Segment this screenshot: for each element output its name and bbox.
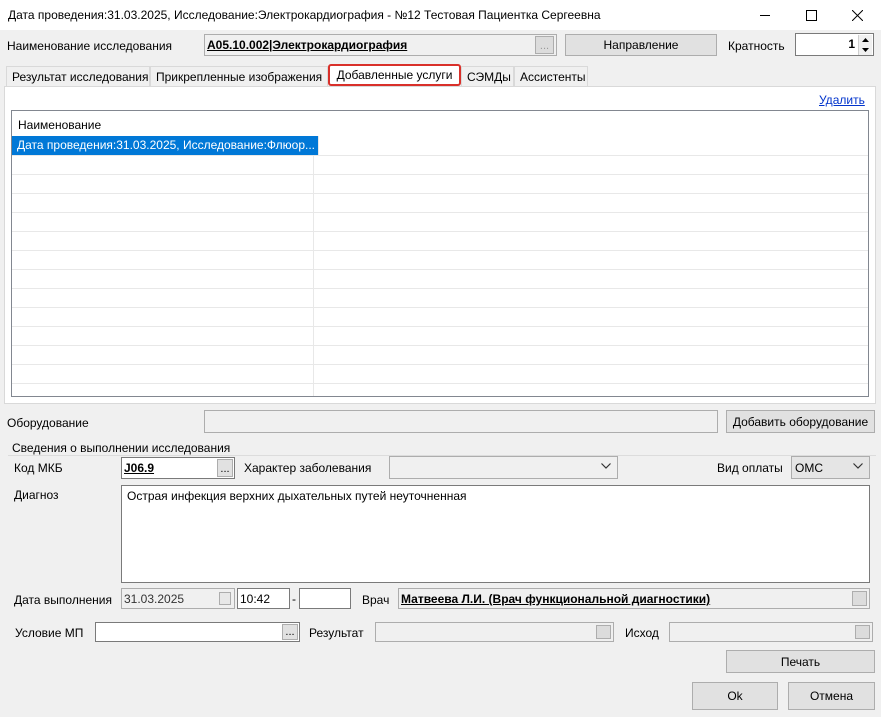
outcome-field[interactable] — [669, 622, 873, 642]
close-icon — [851, 9, 863, 21]
spin-up-button[interactable] — [858, 35, 872, 45]
column-header-label: Наименование — [18, 118, 102, 132]
minimize-icon — [760, 15, 770, 16]
multiplicity-value: 1 — [848, 37, 855, 51]
tab-study-result[interactable]: Результат исследования — [6, 66, 150, 86]
empty-row — [12, 326, 868, 346]
title-bar: Дата проведения:31.03.2025, Исследование… — [0, 0, 881, 30]
study-name-value: A05.10.002|Электрокардиография — [207, 38, 408, 52]
condition-label: Условие МП — [15, 626, 84, 640]
result-ellipsis-button[interactable] — [596, 625, 611, 639]
mkb-ellipsis-button[interactable]: ... — [217, 459, 233, 477]
calendar-icon[interactable] — [219, 592, 231, 605]
result-label: Результат — [309, 626, 364, 640]
cancel-button[interactable]: Отмена — [788, 682, 875, 710]
outcome-label: Исход — [625, 626, 659, 640]
diagnosis-label: Диагноз — [14, 488, 59, 502]
close-button[interactable] — [834, 0, 880, 30]
chevron-down-icon — [853, 463, 863, 469]
delete-link[interactable]: Удалить — [819, 93, 865, 107]
mkb-value: J06.9 — [124, 461, 155, 475]
empty-row — [12, 231, 868, 251]
empty-row — [12, 345, 868, 365]
arrow-up-icon — [862, 38, 869, 42]
services-grid: Наименование Дата проведения:31.03.2025,… — [11, 110, 869, 397]
condition-ellipsis-button[interactable]: ... — [282, 624, 298, 640]
tab-attached-images[interactable]: Прикрепленные изображения — [150, 66, 328, 86]
empty-row — [12, 155, 868, 175]
payment-type-value: ОМС — [795, 461, 823, 475]
empty-row — [12, 269, 868, 289]
table-row[interactable]: Дата проведения:31.03.2025, Исследование… — [12, 136, 868, 156]
disease-character-select[interactable] — [389, 456, 618, 479]
doctor-value: Матвеева Л.И. (Врач функциональной диагн… — [401, 592, 711, 606]
empty-row — [12, 383, 868, 396]
time-separator: - — [292, 592, 296, 606]
empty-row — [12, 174, 868, 194]
study-name-label: Наименование исследования — [7, 39, 173, 53]
condition-field[interactable]: ... — [95, 622, 300, 642]
disease-character-label: Характер заболевания — [244, 461, 372, 475]
minimize-button[interactable] — [742, 0, 788, 30]
result-field[interactable] — [375, 622, 614, 642]
empty-row — [12, 193, 868, 213]
equipment-label: Оборудование — [7, 416, 89, 430]
study-name-field: A05.10.002|Электрокардиография ... — [204, 34, 557, 56]
maximize-icon — [805, 9, 817, 21]
time-to-field[interactable] — [299, 588, 351, 609]
table-cell-name[interactable]: Дата проведения:31.03.2025, Исследование… — [12, 136, 319, 155]
arrow-down-icon — [862, 48, 869, 52]
grid-header-row: Наименование — [12, 111, 868, 136]
study-name-ellipsis-button[interactable]: ... — [535, 36, 554, 54]
maximize-button[interactable] — [788, 0, 834, 30]
chevron-down-icon — [601, 463, 611, 469]
execution-date-field[interactable]: 31.03.2025 — [121, 588, 235, 609]
diagnosis-value: Острая инфекция верхних дыхательных путе… — [127, 489, 467, 503]
tab-assistants[interactable]: Ассистенты — [514, 66, 588, 86]
outcome-ellipsis-button[interactable] — [855, 625, 870, 639]
multiplicity-spinner[interactable]: 1 — [795, 33, 874, 56]
time-from-value: 10:42 — [240, 592, 271, 606]
payment-type-label: Вид оплаты — [717, 461, 783, 475]
execution-date-label: Дата выполнения — [14, 593, 112, 607]
direction-button[interactable]: Направление — [565, 34, 717, 56]
equipment-field — [204, 410, 718, 433]
doctor-label: Врач — [362, 593, 390, 607]
ok-button[interactable]: Ok — [692, 682, 778, 710]
payment-type-select[interactable]: ОМС — [791, 456, 870, 479]
tab-added-services[interactable]: Добавленные услуги — [328, 64, 461, 86]
time-from-field[interactable]: 10:42 — [237, 588, 290, 609]
diagnosis-textarea[interactable]: Острая инфекция верхних дыхательных путе… — [121, 485, 870, 583]
empty-row — [12, 212, 868, 232]
add-equipment-button[interactable]: Добавить оборудование — [726, 410, 875, 433]
execution-date-value: 31.03.2025 — [124, 592, 185, 606]
column-header-name[interactable]: Наименование — [12, 111, 313, 136]
window-title: Дата проведения:31.03.2025, Исследование… — [8, 8, 601, 22]
doctor-ellipsis-button[interactable] — [852, 591, 867, 606]
mkb-field[interactable]: J06.9 ... — [121, 457, 235, 479]
empty-row — [12, 364, 868, 384]
mkb-label: Код МКБ — [14, 461, 63, 475]
tab-semd[interactable]: СЭМДы — [461, 66, 514, 86]
empty-row — [12, 250, 868, 270]
empty-row — [12, 307, 868, 327]
doctor-field[interactable]: Матвеева Л.И. (Врач функциональной диагн… — [398, 588, 870, 609]
multiplicity-label: Кратность — [728, 39, 785, 53]
empty-row — [12, 288, 868, 308]
print-button[interactable]: Печать — [726, 650, 875, 673]
spin-down-button[interactable] — [858, 45, 872, 55]
execution-group-title: Сведения о выполнении исследования — [12, 441, 234, 455]
